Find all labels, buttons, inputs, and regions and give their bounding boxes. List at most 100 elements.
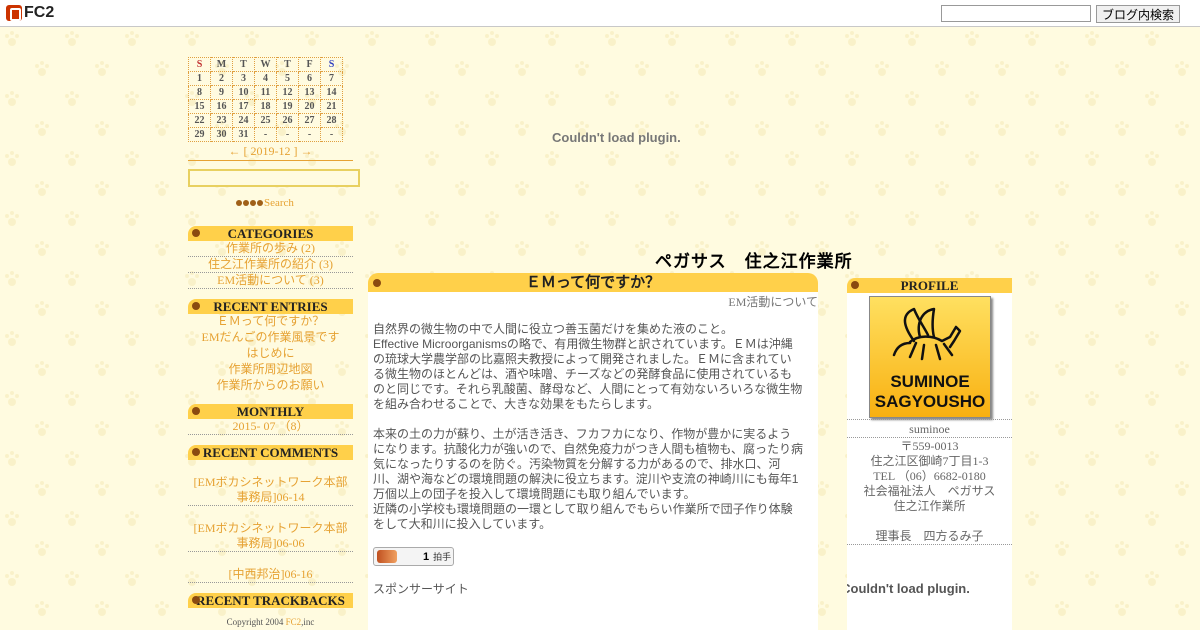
calendar-week-row: 8 9 10 11 12 13 14 (188, 85, 343, 100)
calendar-weekday: S (320, 57, 343, 72)
calendar-day: 1 (188, 71, 211, 86)
recent-entry-link[interactable]: 作業所周辺地図 (188, 362, 353, 377)
fc2-top-bar: FC2 ブログ内検索 (0, 0, 1200, 27)
paw-icon (243, 200, 249, 206)
recent-comment-link[interactable]: [EMボカシネットワーク本部事務局]06-06 (188, 521, 353, 552)
profile-org: 社会福祉法人 ペガサス (863, 484, 996, 498)
fc2-logo-text: FC2 (24, 4, 55, 21)
calendar-day: 20 (298, 99, 321, 114)
entry-title-bar: ＥＭって何ですか？ (368, 273, 818, 292)
calendar-day: 19 (276, 99, 299, 114)
category-link[interactable]: 作業所の歩み (2) (188, 241, 353, 257)
blog-search-input[interactable] (941, 5, 1091, 22)
profile-title: PROFILE (900, 278, 959, 293)
recent-entry-link[interactable]: 作業所からのお願い (188, 378, 353, 393)
calendar-weekday: S (188, 57, 211, 72)
recent-comment-link[interactable]: [中西邦治]06-16 (188, 567, 353, 583)
calendar-day: 2 (210, 71, 233, 86)
plugin-placeholder: Couldn't load plugin. (552, 130, 681, 145)
divider (847, 437, 1012, 438)
clap-label: 拍手 (433, 552, 452, 562)
copyright-prefix: Copyright 2004 (226, 617, 286, 627)
monthly-archive-link[interactable]: 2015- 07 （8） (188, 419, 353, 435)
paw-icon (257, 200, 263, 206)
calendar-day: 4 (254, 71, 277, 86)
profile-plugin-placeholder: Couldn't load plugin. (847, 581, 1012, 596)
profile-image-text: SAGYOUSHO (874, 392, 986, 411)
calendar-day: 18 (254, 99, 277, 114)
recent-comment-link[interactable]: [EMボカシネットワーク本部事務局]06-14 (188, 475, 353, 506)
paw-icon (851, 281, 859, 289)
copyright-fc2-link[interactable]: FC2 (286, 617, 302, 627)
category-link[interactable]: 住之江作業所の紹介 (3) (188, 257, 353, 273)
calendar-day: 8 (188, 85, 211, 100)
recent-entries-title: RECENT ENTRIES (213, 299, 328, 314)
calendar-day: 16 (210, 99, 233, 114)
profile-postal: 〒559-0013 (900, 439, 959, 453)
blog-title[interactable]: ペガサス 住之江作業所 (655, 247, 853, 272)
calendar-day: 17 (232, 99, 255, 114)
calendar-day: 7 (320, 71, 343, 86)
sidebar-search-input[interactable] (188, 169, 360, 187)
blog-search-button[interactable]: ブログ内検索 (1096, 5, 1180, 23)
paw-icon (192, 448, 200, 456)
category-link[interactable]: EM活動について (3) (188, 273, 353, 289)
fc2-logo-icon (6, 5, 22, 21)
calendar-day: 9 (210, 85, 233, 100)
sponsor-site-label: スポンサーサイト (373, 582, 469, 596)
recent-entry-link[interactable]: EMだんごの作業風景です (188, 330, 353, 345)
calendar-day: - (254, 127, 277, 142)
calendar-weekday: F (298, 57, 321, 72)
profile-image: SUMINOE SAGYOUSHO (869, 296, 991, 418)
profile-body: SUMINOE SAGYOUSHO suminoe 〒559-0013 住之江区… (847, 293, 1012, 630)
entry-text: 自然界の微生物の中で人間に役立つ善玉菌だけを集めた液のこと。 Effective… (373, 322, 803, 547)
profile-username: suminoe (909, 422, 950, 436)
recent-entry-link[interactable]: はじめに (188, 346, 353, 361)
calendar-day: - (320, 127, 343, 142)
calendar-day: 27 (298, 113, 321, 128)
categories-title: CATEGORIES (227, 226, 314, 241)
entry-category-link[interactable]: EM活動について (728, 293, 818, 310)
recent-entry-link[interactable]: ＥＭって何ですか？ (188, 314, 353, 329)
calendar-weekday-row: SMTWTFS (188, 57, 343, 72)
calendar-day: 30 (210, 127, 233, 142)
paw-icon (192, 229, 200, 237)
calendar-day: 26 (276, 113, 299, 128)
calendar-weekday: M (210, 57, 233, 72)
calendar-day: 23 (210, 113, 233, 128)
profile-chief: 理事長 四方るみ子 (875, 529, 984, 543)
entry-paragraph: 自然界の微生物の中で人間に役立つ善玉菌だけを集めた液のこと。 Effective… (373, 322, 803, 411)
paw-icon (192, 596, 200, 604)
calendar-day: 14 (320, 85, 343, 100)
paw-icon (250, 200, 256, 206)
copyright: Copyright 2004 FC2,inc (188, 617, 353, 627)
monthly-heading: MONTHLY (188, 404, 353, 419)
calendar-day: 6 (298, 71, 321, 86)
calendar-day: 29 (188, 127, 211, 142)
paw-icon (192, 302, 200, 310)
clap-button[interactable]: 1 拍手 (373, 547, 454, 566)
calendar-day: 24 (232, 113, 255, 128)
calendar-weekday: T (232, 57, 255, 72)
monthly-title: MONTHLY (236, 404, 305, 419)
sidebar-search-button[interactable]: Search (236, 197, 294, 209)
profile-address: 住之江区御崎7丁目1-3 (870, 454, 989, 468)
fc2-logo[interactable]: FC2 (6, 4, 54, 22)
profile-heading: PROFILE (847, 278, 1012, 293)
calendar-day: 21 (320, 99, 343, 114)
calendar-nav[interactable]: ← [ 2019-12 ] → (188, 144, 353, 161)
profile-tel: TEL （06）6682-0180 (873, 469, 986, 483)
entry-title[interactable]: ＥＭって何ですか？ (526, 274, 660, 291)
calendar-day: 12 (276, 85, 299, 100)
recent-comments-heading: RECENT COMMENTS (188, 445, 353, 460)
calendar-day: - (298, 127, 321, 142)
calendar-week-row: 29 30 31- - - - (188, 127, 343, 142)
calendar-day: 28 (320, 113, 343, 128)
sidebar-search-label: Search (264, 197, 294, 209)
pegasus-icon (892, 307, 962, 361)
calendar-weekday: W (254, 57, 277, 72)
categories-heading: CATEGORIES (188, 226, 353, 241)
calendar-day: 15 (188, 99, 211, 114)
calendar-day: 25 (254, 113, 277, 128)
divider (847, 419, 1012, 420)
